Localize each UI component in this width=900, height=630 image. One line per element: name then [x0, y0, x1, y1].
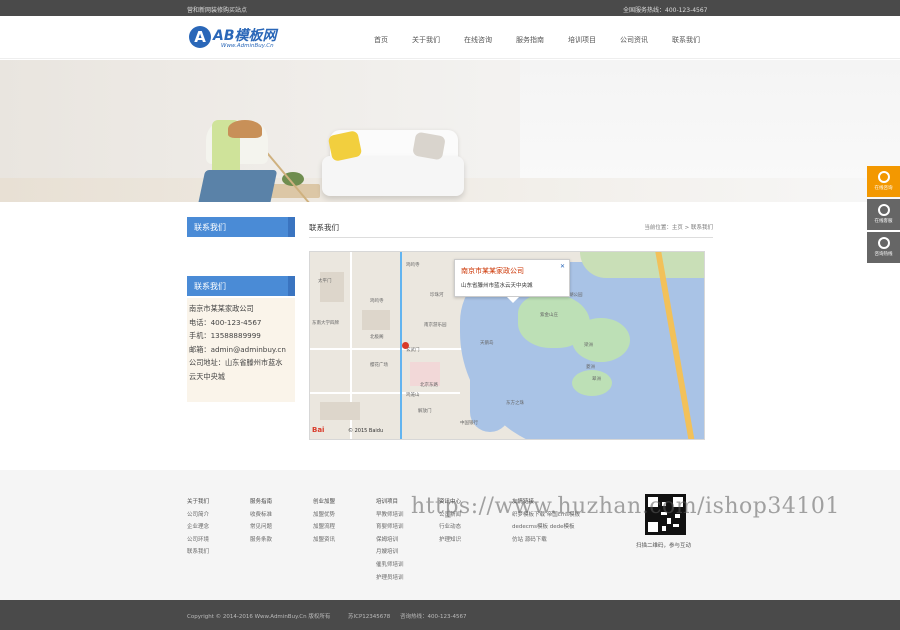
footer-link[interactable]: dedecms模板: [512, 524, 548, 530]
footer-link[interactable]: 公司简介: [187, 509, 209, 522]
baidu-logo-icon[interactable]: Bai: [312, 426, 324, 434]
float-consult-button[interactable]: 在线咨询: [867, 166, 900, 197]
map-label: 菱洲: [586, 365, 595, 370]
float-label: 咨询热线: [874, 252, 893, 257]
map-label: 鸡笼山: [406, 393, 420, 398]
site-logo[interactable]: A AB模板网 Www.AdminBuy.Cn: [189, 24, 294, 52]
footer-link[interactable]: 保姆培训: [376, 534, 404, 547]
watermark-text: https://www.huzhan.com/ishop34101: [411, 494, 840, 519]
logo-badge: A: [189, 26, 211, 48]
footer-link[interactable]: 行业动态: [439, 521, 461, 534]
footer-col-about: 关于我们 公司简介 企业理念 公司环境 联系我们: [187, 496, 209, 559]
top-bar-left-text: 营和新网装修购买站点: [187, 7, 248, 14]
map-copyright: © 2015 Baidu: [348, 428, 384, 434]
sidebar-title-contact-info: 联系我们: [187, 276, 295, 296]
nav-item-consult[interactable]: 在线咨询: [464, 35, 492, 45]
map-label: 北京东路: [420, 383, 438, 388]
close-icon[interactable]: ✕: [560, 263, 565, 270]
float-label: 在线咨询: [874, 186, 893, 191]
contact-phone: 电话：400-123-4567: [189, 317, 262, 327]
footer-col-head: 培训项目: [376, 499, 399, 505]
float-label: 在线客服: [874, 219, 893, 224]
footer-col-franchise: 创业加盟 加盟优势 加盟流程 加盟资讯: [313, 496, 335, 546]
footer-col-training: 培训项目 早教师培训 育婴师培训 保姆培训 月嫂培训 催乳师培训 护理员培训: [376, 496, 404, 584]
footer-col-service: 服务指南 收费标准 常见问题 服务条款: [250, 496, 272, 546]
content-header: 联系我们 当前位置：主页 > 联系我们: [309, 222, 713, 238]
footer-link[interactable]: 公司环境: [187, 534, 209, 547]
map-label: 东方之珠: [506, 401, 524, 406]
float-phone-button[interactable]: 咨询热线: [867, 232, 900, 263]
popup-company-name: 南京市某某家政公司: [461, 267, 524, 275]
footer-link[interactable]: 加盟流程: [313, 521, 335, 534]
copyright-text: Copyright © 2014-2016 Www.AdminBuy.Cn 版权…: [187, 614, 331, 620]
hero-banner: [0, 60, 900, 202]
footer-link[interactable]: 育婴师培训: [376, 521, 404, 534]
map-label: 樱花广场: [370, 363, 388, 368]
nav-item-training[interactable]: 培训项目: [568, 35, 596, 45]
footer-link[interactable]: 早教师培训: [376, 509, 404, 522]
qr-caption: 扫描二维码，参与互动: [636, 543, 692, 549]
hotline-text: 全国服务热线：400-123-4567: [623, 7, 708, 14]
page-title: 联系我们: [309, 223, 339, 232]
contact-company: 南京市某某家政公司: [189, 304, 254, 313]
header: A AB模板网 Www.AdminBuy.Cn 首页 关于我们 在线咨询 服务指…: [0, 16, 900, 59]
footer-link[interactable]: 护理知识: [439, 534, 461, 547]
footer-link[interactable]: 常见问题: [250, 521, 272, 534]
map-label: 中国银行: [460, 421, 478, 426]
footer-link[interactable]: 加盟资讯: [313, 534, 335, 547]
contact-mobile: 手机：13588889999: [189, 331, 261, 341]
footer-link[interactable]: 月嫂培训: [376, 546, 404, 559]
service-icon: [877, 204, 890, 216]
logo-name: AB模板网: [213, 28, 277, 44]
bottom-hotline: 咨询热线：400-123-4567: [400, 614, 467, 620]
float-service-button[interactable]: 在线客服: [867, 199, 900, 230]
footer-link[interactable]: 服务条款: [250, 534, 272, 547]
contact-address: 公司地址：山东省滕州市蓝水: [189, 358, 283, 368]
footer-link[interactable]: 催乳师培训: [376, 559, 404, 572]
nav-item-home[interactable]: 首页: [374, 35, 388, 45]
logo-url: Www.AdminBuy.Cn: [221, 43, 274, 49]
contact-address-2: 云天中央城: [189, 371, 225, 381]
map-label: 天鹅岛: [480, 341, 494, 346]
footer-link[interactable]: 企业理念: [187, 521, 209, 534]
map-label: 解放门: [418, 409, 432, 414]
footer-link[interactable]: 联系我们: [187, 546, 209, 559]
footer-link[interactable]: 护理员培训: [376, 572, 404, 585]
popup-address: 山东省滕州市蓝水云天中央城: [461, 283, 533, 289]
map-label: 紫金山庄: [540, 313, 558, 318]
map-info-popup: 南京市某某家政公司 山东省滕州市蓝水云天中央城 ✕: [454, 259, 570, 303]
map-label: 梁洲: [584, 343, 593, 348]
baidu-map[interactable]: 鸡鸣寺 太平门 东南大学四牌 鸡鸣寺 北极阁 珍珠河 玄武门 北京东路 中国银行…: [309, 251, 705, 440]
map-label: 太平门: [318, 279, 332, 284]
nav-item-news[interactable]: 公司资讯: [620, 35, 648, 45]
phone-icon: [877, 237, 890, 249]
footer-link[interactable]: 仿站: [512, 537, 523, 543]
nav-item-contact[interactable]: 联系我们: [672, 35, 700, 45]
icp-text[interactable]: 苏ICP12345678: [348, 612, 390, 620]
map-label: 鸡鸣寺: [370, 299, 384, 304]
footer-link[interactable]: 收费标准: [250, 509, 272, 522]
contact-email: 邮箱：admin@adminbuy.cn: [189, 344, 286, 354]
map-pin-icon[interactable]: [402, 342, 409, 349]
breadcrumb[interactable]: 当前位置：主页 > 联系我们: [644, 223, 713, 231]
footer-link[interactable]: 加盟优势: [313, 509, 335, 522]
footer-link[interactable]: 源码下载: [525, 537, 547, 543]
top-bar: 营和新网装修购买站点 全国服务热线：400-123-4567: [0, 0, 900, 16]
map-label: 珍珠河: [430, 293, 444, 298]
contact-info-box: 南京市某某家政公司 电话：400-123-4567 手机：13588889999…: [187, 298, 295, 402]
map-label: 翠洲: [592, 377, 601, 382]
nav-item-about[interactable]: 关于我们: [412, 35, 440, 45]
map-label: 鸡鸣寺: [406, 263, 420, 268]
sidebar-title-contact: 联系我们: [187, 217, 295, 237]
map-label: 东南大学四牌: [312, 321, 339, 326]
nav-item-service[interactable]: 服务指南: [516, 35, 544, 45]
qq-icon: [877, 171, 890, 183]
map-label: 北极阁: [370, 335, 384, 340]
footer-link[interactable]: dede模板: [550, 524, 575, 530]
footer-col-head: 服务指南: [250, 499, 273, 505]
footer-col-head: 关于我们: [187, 499, 210, 505]
map-label: 南京游乐园: [424, 323, 447, 328]
bottom-bar: Copyright © 2014-2016 Www.AdminBuy.Cn 版权…: [0, 600, 900, 630]
footer-col-head: 创业加盟: [313, 499, 336, 505]
